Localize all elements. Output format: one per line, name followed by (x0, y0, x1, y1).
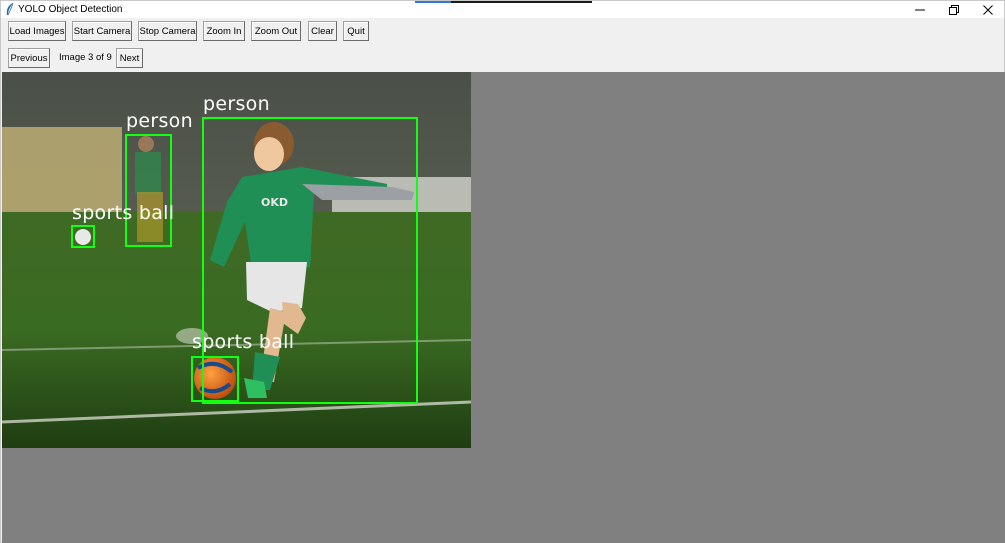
detection-image: OKD person person sports ball sports bal… (2, 72, 471, 448)
detection-box-small-ball (71, 225, 95, 248)
zoom-out-button[interactable]: Zoom Out (251, 21, 301, 41)
feather-icon (6, 3, 14, 16)
close-icon (983, 4, 993, 15)
detection-label-person-background: person (126, 110, 193, 132)
window-title: YOLO Object Detection (18, 4, 123, 15)
restore-icon (949, 4, 959, 15)
image-canvas[interactable]: OKD person person sports ball sports bal… (2, 72, 1005, 543)
restore-button[interactable] (937, 1, 971, 18)
minimize-icon (915, 9, 925, 10)
close-button[interactable] (971, 1, 1005, 18)
zoom-in-button[interactable]: Zoom In (203, 21, 245, 41)
quit-button[interactable]: Quit (343, 21, 369, 41)
image-counter: Image 3 of 9 (59, 52, 112, 63)
title-bar[interactable]: YOLO Object Detection (1, 1, 1004, 18)
detection-box-main-ball (191, 356, 239, 402)
title-bar-accent (415, 1, 451, 3)
detection-label-main-ball: sports ball (192, 331, 295, 353)
stop-camera-button[interactable]: Stop Camera (138, 21, 197, 41)
detection-label-small-ball: sports ball (72, 202, 175, 224)
app-window: YOLO Object Detection Load Images Start … (0, 0, 1005, 543)
detection-box-person-background (125, 134, 172, 247)
start-camera-button[interactable]: Start Camera (72, 21, 132, 41)
detection-label-person-main: person (203, 93, 270, 115)
previous-button[interactable]: Previous (8, 48, 50, 68)
title-bar-accent-dark (451, 1, 592, 3)
minimize-button[interactable] (903, 1, 937, 18)
clear-button[interactable]: Clear (308, 21, 337, 41)
next-button[interactable]: Next (116, 48, 143, 68)
load-images-button[interactable]: Load Images (8, 21, 66, 41)
